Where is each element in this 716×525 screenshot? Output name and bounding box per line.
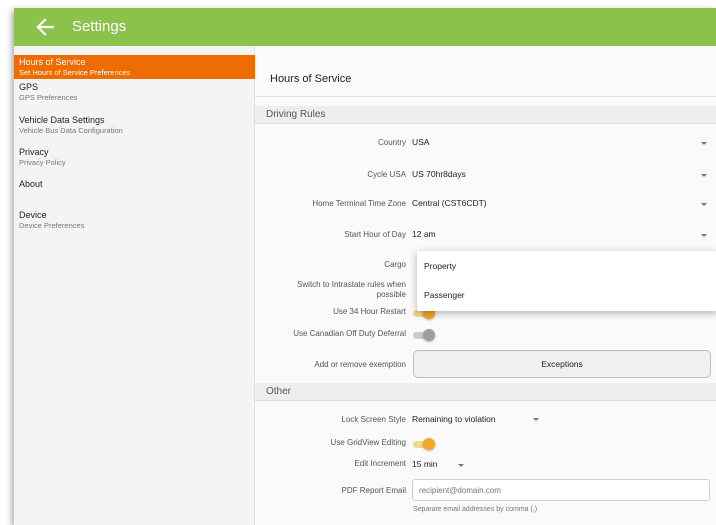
sidebar: Hours of Service Set Hours of Service Pr… bbox=[14, 46, 255, 525]
exceptions-button[interactable]: Exceptions bbox=[413, 350, 711, 378]
start-hour-label: Start Hour of Day bbox=[344, 230, 406, 239]
sidebar-item-title: About bbox=[19, 179, 43, 189]
canadian-deferral-toggle[interactable] bbox=[413, 329, 435, 341]
edit-increment-select[interactable]: 15 min bbox=[412, 459, 438, 469]
cargo-dropdown-menu: Property Passenger bbox=[417, 251, 716, 311]
gridview-label: Use GridView Editing bbox=[330, 438, 406, 447]
sidebar-item-title: Privacy bbox=[19, 147, 49, 157]
pdf-email-helper: Separate email addresses by comma (,) bbox=[413, 506, 538, 513]
chevron-down-icon[interactable] bbox=[701, 203, 707, 206]
toggle-thumb bbox=[423, 438, 435, 450]
intrastate-label: Switch to Intrastate rules when possible bbox=[297, 280, 406, 299]
country-select[interactable]: USA bbox=[412, 137, 429, 147]
divider bbox=[255, 96, 716, 97]
lock-screen-label: Lock Screen Style bbox=[341, 415, 406, 424]
gridview-toggle[interactable] bbox=[413, 438, 435, 450]
sidebar-item-hours-of-service[interactable]: Hours of Service Set Hours of Service Pr… bbox=[14, 55, 255, 79]
cycle-select[interactable]: US 70hr8days bbox=[412, 169, 466, 179]
pdf-email-input[interactable] bbox=[412, 479, 710, 501]
chevron-down-icon[interactable] bbox=[701, 234, 707, 237]
cargo-option-property[interactable]: Property bbox=[424, 261, 456, 271]
edit-increment-label: Edit Increment bbox=[354, 459, 406, 468]
cycle-label: Cycle USA bbox=[367, 170, 406, 179]
chevron-down-icon[interactable] bbox=[701, 142, 707, 145]
exemption-label: Add or remove exemption bbox=[314, 360, 406, 369]
start-hour-select[interactable]: 12 am bbox=[412, 229, 436, 239]
settings-window: Settings Hours of Service Set Hours of S… bbox=[14, 8, 716, 525]
sidebar-item-privacy[interactable]: Privacy Privacy Policy bbox=[14, 147, 255, 171]
sidebar-item-subtitle: Device Preferences bbox=[19, 221, 85, 230]
cargo-label: Cargo bbox=[384, 260, 406, 269]
chevron-down-icon[interactable] bbox=[533, 418, 539, 421]
sidebar-item-title: Hours of Service bbox=[19, 57, 86, 67]
section-header-other: Other bbox=[255, 383, 716, 401]
sidebar-item-about[interactable]: About bbox=[14, 179, 255, 199]
back-arrow-icon[interactable] bbox=[32, 14, 58, 40]
sidebar-item-vehicle-data-settings[interactable]: Vehicle Data Settings Vehicle Bus Data C… bbox=[14, 115, 255, 139]
sidebar-item-title: GPS bbox=[19, 82, 39, 92]
sidebar-item-subtitle: Vehicle Bus Data Configuration bbox=[19, 126, 123, 135]
toggle-thumb bbox=[423, 329, 435, 341]
sidebar-item-device[interactable]: Device Device Preferences bbox=[14, 210, 255, 234]
chevron-down-icon[interactable] bbox=[701, 174, 707, 177]
settings-panel: Hours of Service Driving Rules Country U… bbox=[255, 46, 716, 525]
canadian-deferral-label: Use Canadian Off Duty Deferral bbox=[293, 329, 406, 338]
app-bar: Settings bbox=[14, 8, 716, 46]
sidebar-item-subtitle: Set Hours of Service Preferences bbox=[19, 68, 131, 77]
lock-screen-select[interactable]: Remaining to violation bbox=[412, 414, 496, 424]
sidebar-item-subtitle: GPS Preferences bbox=[19, 93, 78, 102]
sidebar-item-title: Device bbox=[19, 210, 47, 220]
cargo-option-passenger[interactable]: Passenger bbox=[424, 290, 465, 300]
section-header-driving-rules: Driving Rules bbox=[255, 106, 716, 124]
sidebar-item-title: Vehicle Data Settings bbox=[19, 115, 105, 125]
timezone-select[interactable]: Central (CST6CDT) bbox=[412, 198, 487, 208]
chevron-down-icon[interactable] bbox=[458, 464, 464, 467]
pdf-email-label: PDF Report Email bbox=[341, 486, 406, 495]
page-title: Hours of Service bbox=[270, 73, 352, 85]
app-title: Settings bbox=[72, 18, 127, 35]
sidebar-item-gps[interactable]: GPS GPS Preferences bbox=[14, 82, 255, 106]
timezone-label: Home Terminal Time Zone bbox=[312, 199, 406, 208]
restart-34-label: Use 34 Hour Restart bbox=[333, 307, 406, 316]
sidebar-item-subtitle: Privacy Policy bbox=[19, 158, 66, 167]
country-label: Country bbox=[377, 138, 406, 147]
